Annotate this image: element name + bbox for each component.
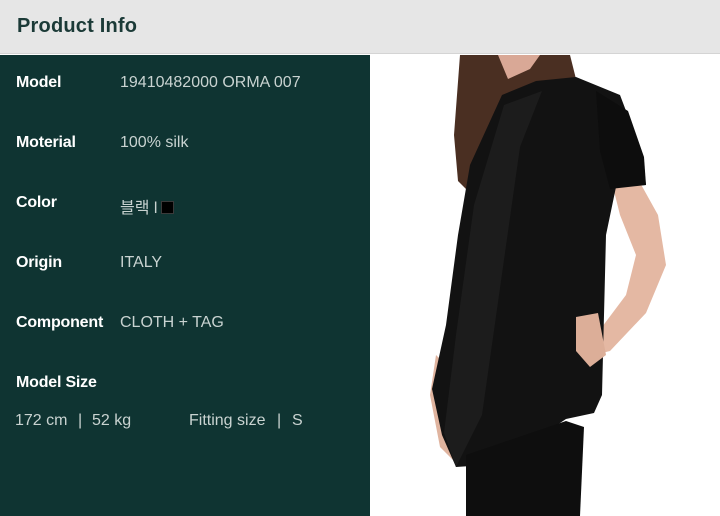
model-size-row: Model Size xyxy=(0,374,370,398)
spec-value: ITALY xyxy=(120,254,163,271)
spec-label: Origin xyxy=(16,254,62,271)
color-swatch xyxy=(161,201,175,214)
product-photo xyxy=(370,55,720,516)
spec-label: Moterial xyxy=(16,134,76,151)
separator: | xyxy=(78,412,83,429)
spec-value: 블랙 l xyxy=(120,200,158,217)
spec-value-wrap: 블랙 l xyxy=(120,194,175,218)
spec-row-material: Moterial 100% silk xyxy=(0,134,370,158)
model-size-label: Model Size xyxy=(16,374,97,391)
fitting-size-value: S xyxy=(292,412,303,429)
fitting-size-label: Fitting size xyxy=(189,412,266,429)
product-info-panel: Model 19410482000 ORMA 007 Moterial 100%… xyxy=(0,55,370,516)
header-bar: Product Info xyxy=(0,0,720,54)
spec-value: CLOTH + TAG xyxy=(120,314,224,331)
spec-row-model: Model 19410482000 ORMA 007 xyxy=(0,74,370,98)
model-height: 172 cm xyxy=(15,412,68,429)
spec-label: Component xyxy=(16,314,104,331)
page-title: Product Info xyxy=(17,15,138,37)
model-wearing-blouse-image xyxy=(430,55,666,516)
spec-row-origin: Origin ITALY xyxy=(0,254,370,278)
spec-row-color: Color 블랙 l xyxy=(0,194,370,218)
spec-label: Model xyxy=(16,74,62,91)
spec-label: Color xyxy=(16,194,57,211)
model-weight: 52 kg xyxy=(92,412,132,429)
spec-row-component: Component CLOTH + TAG xyxy=(0,314,370,338)
separator: | xyxy=(277,412,282,429)
spec-value: 100% silk xyxy=(120,134,189,151)
spec-value: 19410482000 ORMA 007 xyxy=(120,74,301,91)
